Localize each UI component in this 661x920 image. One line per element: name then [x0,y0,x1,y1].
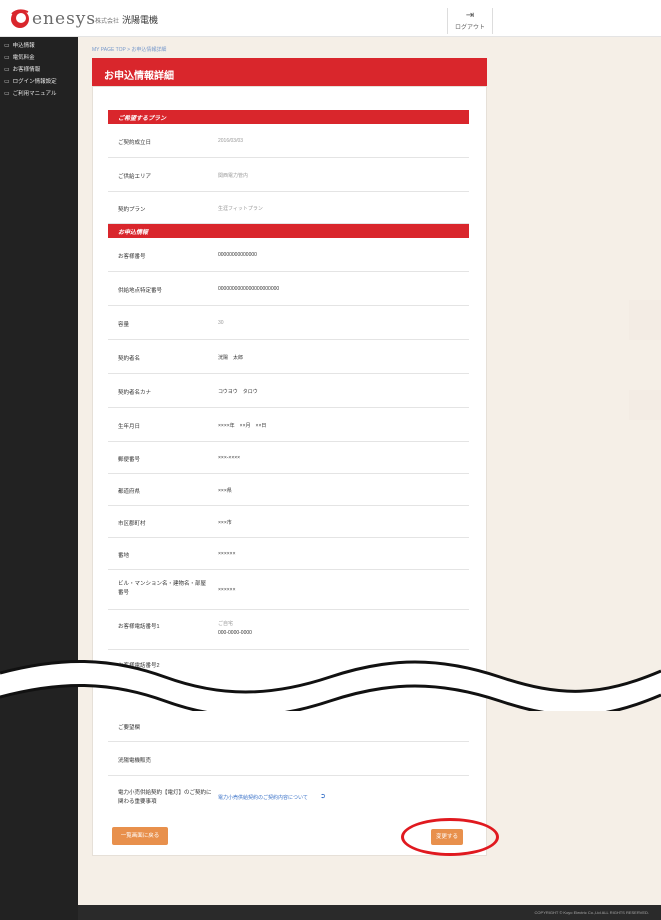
detail-row: 生年月日 ××××年 ××月 ××日 [108,408,469,442]
logout-label: ログアウト [454,25,485,31]
detail-row: 契約者名 洸陽 太郎 [108,340,469,374]
page-title-bar: お申込情報詳細 [92,58,487,86]
row-label: 契約者名カナ [118,390,152,396]
row-value-phone: 000-0000-0000 [218,630,252,636]
detail-row: 電力小売供給契約【電灯】のご契約に関わる重要事項 電力小売供給契約のご契約内容に… [108,776,469,816]
sidebar-item-label: ログイン情報設定 [12,79,57,85]
detail-row: ご契約成立日 2016/03/03 [108,124,469,158]
section-plan-header: ご希望するプラン [108,110,469,124]
row-label: ご契約成立日 [118,140,152,146]
page-break-wave [0,660,661,711]
section-application-title: お申込情報 [118,230,149,236]
doc-icon: ▭ [4,42,10,49]
sidebar-item-label: 電気料金 [12,55,35,61]
sidebar-item-label: 申込情報 [12,43,35,49]
logo-icon [11,9,29,28]
row-value: コウヨウ タロウ [218,389,258,395]
row-label: 洸陽電機販売 [118,758,152,764]
row-label: 市区郡町村 [118,521,146,527]
row-value: 関西電力管内 [218,173,249,179]
row-label: 郵便番号 [118,457,141,463]
section-plan-title: ご希望するプラン [118,116,167,122]
row-value: ×××××× [218,587,236,593]
row-label: 都道府県 [118,489,141,495]
breadcrumb[interactable]: MY PAGE TOP > お申込情報詳細 [92,46,166,53]
important-matters-link[interactable]: 電力小売供給契約のご契約内容について [218,794,308,801]
section-application-header: お申込情報 [108,224,469,238]
detail-row: 契約プラン 生涯フィットプラン [108,192,469,224]
detail-row: ビル・マンション名・建物名・部屋番号 ×××××× [108,570,469,610]
logo-text: enesys [32,9,97,29]
exit-icon: ⇥ [465,10,475,21]
detail-row: 洸陽電機販売 [108,742,469,776]
row-value: ××××年 ××月 ××日 [218,423,267,429]
sidebar-item-manual[interactable]: ▭ ご利用マニュアル [0,87,78,99]
row-label: 契約プラン [118,207,146,213]
detail-row: 供給地点特定番号 0000000000000000000000 [108,272,469,306]
sidebar-item-charges[interactable]: ▭ 電気料金 [0,51,78,63]
row-label: 契約者名 [118,356,141,362]
sidebar-item-label: ご利用マニュアル [12,91,57,97]
row-label: ご要望欄 [118,725,141,731]
detail-row: ご供給エリア 関西電力管内 [108,158,469,192]
detail-row: 番地 ×××××× [108,538,469,570]
sidebar-item-label: お客様情報 [12,67,41,73]
row-value: ×××市 [218,520,232,526]
detail-row: 市区郡町村 ×××市 [108,506,469,538]
sidebar-item-customer[interactable]: ▭ お客様情報 [0,63,78,75]
row-value: 生涯フィットプラン [218,206,263,212]
row-value: 30 [218,320,224,326]
row-value: ご自宅 [218,621,234,627]
row-value: ×××-×××× [218,455,241,461]
sidebar-item-login-settings[interactable]: ▭ ログイン情報設定 [0,75,78,87]
sidebar: ▭ 申込情報 ▭ 電気料金 ▭ お客様情報 ▭ ログイン情報設定 ▭ ご利用マニュアル [0,37,78,920]
row-value: 00000000000000 [218,252,257,258]
row-label: ご供給エリア [118,174,152,180]
row-label: 供給地点特定番号 [118,288,163,294]
link-arrow-icon: ➲ [320,793,326,800]
faint-edge [629,390,661,420]
logout-button[interactable]: ⇥ ログアウト [447,8,493,34]
footer: COPYRIGHT © Koyo Electric Co.,Ltd ALL RI… [78,905,661,920]
row-value: 洸陽 太郎 [218,355,244,361]
company-label: 洸陽電機 [122,15,159,25]
page-title: お申込情報詳細 [104,71,174,82]
row-value: ×××××× [218,551,236,557]
row-value: ×××県 [218,488,232,494]
top-header: enesys 株式会社 洸陽電機 ⇥ ログアウト [0,0,661,37]
detail-row: 契約者名カナ コウヨウ タロウ [108,374,469,408]
row-value: 2016/03/03 [218,138,244,144]
doc-icon: ▭ [4,90,10,97]
detail-row: お客様電話番号1 ご自宅 000-0000-0000 [108,610,469,650]
row-label: 電力小売供給契約【電灯】のご契約に関わる重要事項 [118,790,212,805]
detail-row: ご要望欄 [108,710,469,742]
row-label: 生年月日 [118,424,141,430]
row-label: お客様番号 [118,254,146,260]
copyright-text: COPYRIGHT © Koyo Electric Co.,Ltd ALL RI… [534,910,649,915]
faint-edge [629,300,661,340]
detail-row: 郵便番号 ×××-×××× [108,442,469,474]
row-label: ビル・マンション名・建物名・部屋番号 [118,581,207,596]
doc-icon: ▭ [4,66,10,73]
doc-icon: ▭ [4,78,10,85]
company-prefix: 株式会社 [95,19,120,25]
row-label: 番地 [118,553,130,559]
company-name: 株式会社 洸陽電機 [95,13,158,26]
detail-row: 容量 30 [108,306,469,340]
row-value: 0000000000000000000000 [218,286,280,292]
detail-row: お客様番号 00000000000000 [108,238,469,272]
sidebar-item-application[interactable]: ▭ 申込情報 [0,39,78,51]
detail-row: 都道府県 ×××県 [108,474,469,506]
doc-icon: ▭ [4,54,10,61]
row-label: お客様電話番号1 [118,624,160,630]
highlight-circle [401,818,499,856]
row-label: 容量 [118,322,130,328]
back-to-list-button[interactable]: 一覧画面に戻る [112,827,168,845]
